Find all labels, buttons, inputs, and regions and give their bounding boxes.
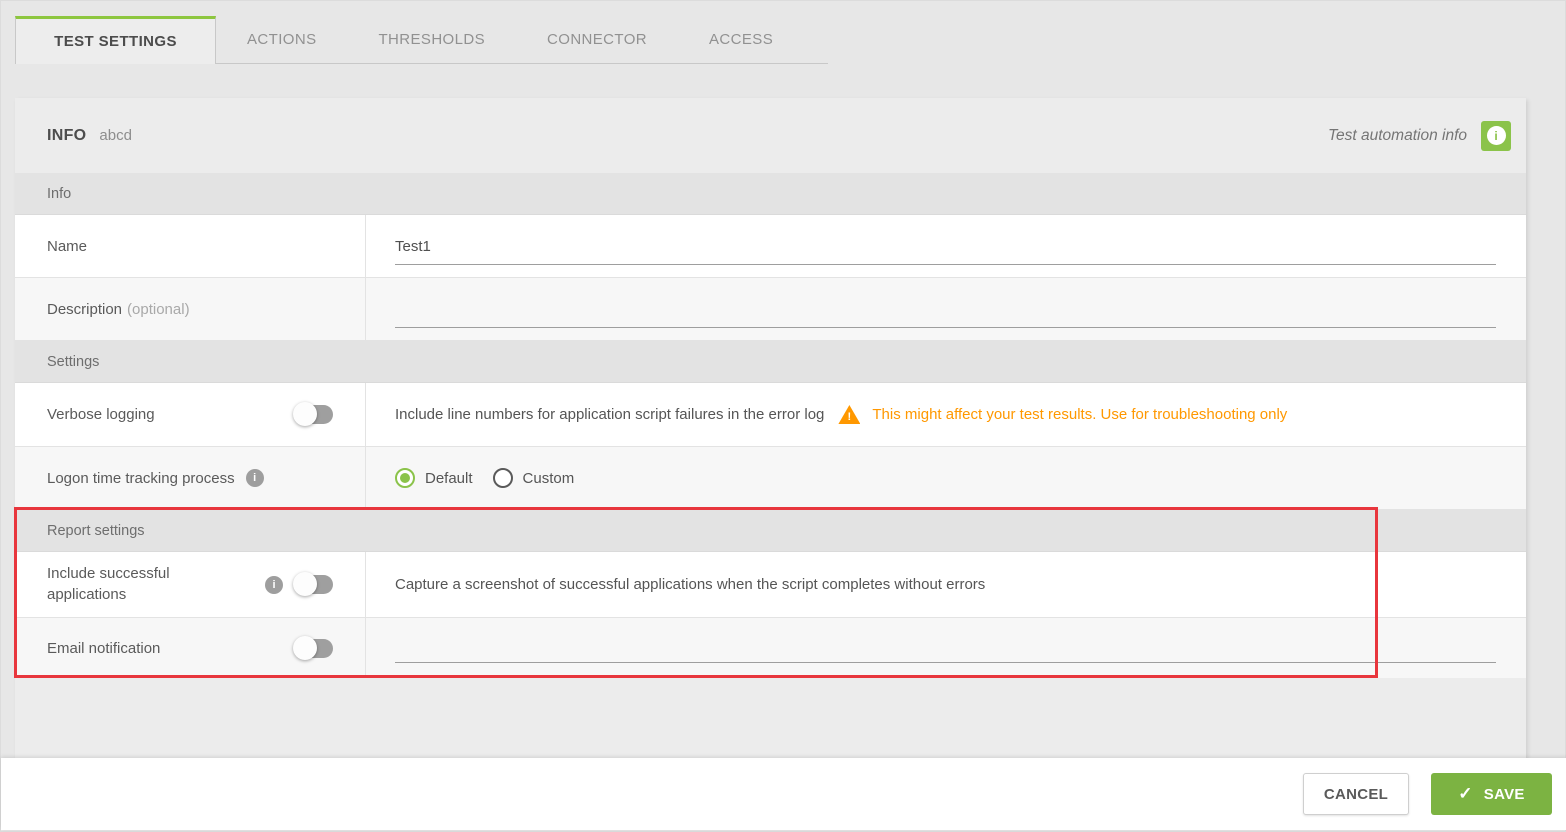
toggle-knob-icon [293,635,317,660]
logon-info-icon[interactable]: i [245,469,264,487]
save-button-label: SAVE [1483,785,1525,803]
info-icon: i [1486,126,1506,145]
email-notification-row: Email notification [15,618,1526,678]
tab-bar: TEST SETTINGS ACTIONS THRESHOLDS CONNECT… [15,16,828,64]
toggle-knob-icon [293,572,317,596]
include-successful-label: Include successful applications [47,565,170,603]
verbose-logging-row: Verbose logging Include line numbers for… [15,383,1526,447]
test-automation-info-button[interactable]: i [1481,120,1511,151]
include-successful-toggle[interactable] [293,572,333,596]
toggle-knob-icon [293,402,317,426]
radio-custom-label: Custom [522,469,575,487]
radio-unselected-icon [492,468,513,488]
verbose-logging-warning: This might affect your test results. Use… [872,406,1288,423]
footer-bar: CANCEL ✓ SAVE [1,758,1566,830]
cancel-button[interactable]: CANCEL [1303,773,1409,815]
verbose-logging-description: Include line numbers for application scr… [395,406,825,423]
tab-test-settings[interactable]: TEST SETTINGS [15,16,216,64]
panel-header: INFO abcd Test automation info i [15,98,1526,173]
email-notification-label: Email notification [47,639,161,657]
include-successful-info-icon[interactable]: i [265,575,283,594]
description-optional-label: (optional) [127,300,190,318]
section-header-info: Info [15,173,1526,215]
radio-selected-icon [395,468,415,488]
panel-subtitle: abcd [99,127,132,144]
name-label: Name [15,215,366,277]
description-label: Description [47,300,123,318]
tab-thresholds[interactable]: THRESHOLDS [347,16,516,63]
save-button[interactable]: ✓ SAVE [1431,773,1552,815]
email-notification-toggle[interactable] [293,635,333,660]
tab-access[interactable]: ACCESS [678,16,804,63]
logon-tracking-label: Logon time tracking process [47,469,235,487]
tab-actions[interactable]: ACTIONS [216,16,347,63]
description-row: Description (optional) [15,278,1526,341]
logon-tracking-row: Logon time tracking process i Default Cu… [15,447,1526,510]
name-input[interactable] [395,238,1496,264]
panel-title: INFO [47,126,87,144]
warning-icon: ! [838,405,861,424]
email-notification-input[interactable] [395,636,1496,662]
include-successful-row: Include successful applications i Captur… [15,552,1526,618]
include-successful-description: Capture a screenshot of successful appli… [395,576,986,593]
check-icon: ✓ [1458,784,1473,803]
verbose-logging-toggle[interactable] [293,402,333,426]
test-settings-panel: INFO abcd Test automation info i Info Na… [14,98,1526,758]
test-automation-info-label: Test automation info [1327,126,1467,144]
name-row: Name [15,215,1526,278]
radio-option-default[interactable]: Default [395,468,473,488]
description-input[interactable] [395,301,1496,327]
verbose-logging-label: Verbose logging [47,406,155,423]
radio-default-label: Default [425,469,473,487]
section-header-settings: Settings [15,341,1526,383]
radio-option-custom[interactable]: Custom [492,468,575,488]
section-header-report-settings: Report settings [15,510,1526,552]
tab-connector[interactable]: CONNECTOR [516,16,678,63]
